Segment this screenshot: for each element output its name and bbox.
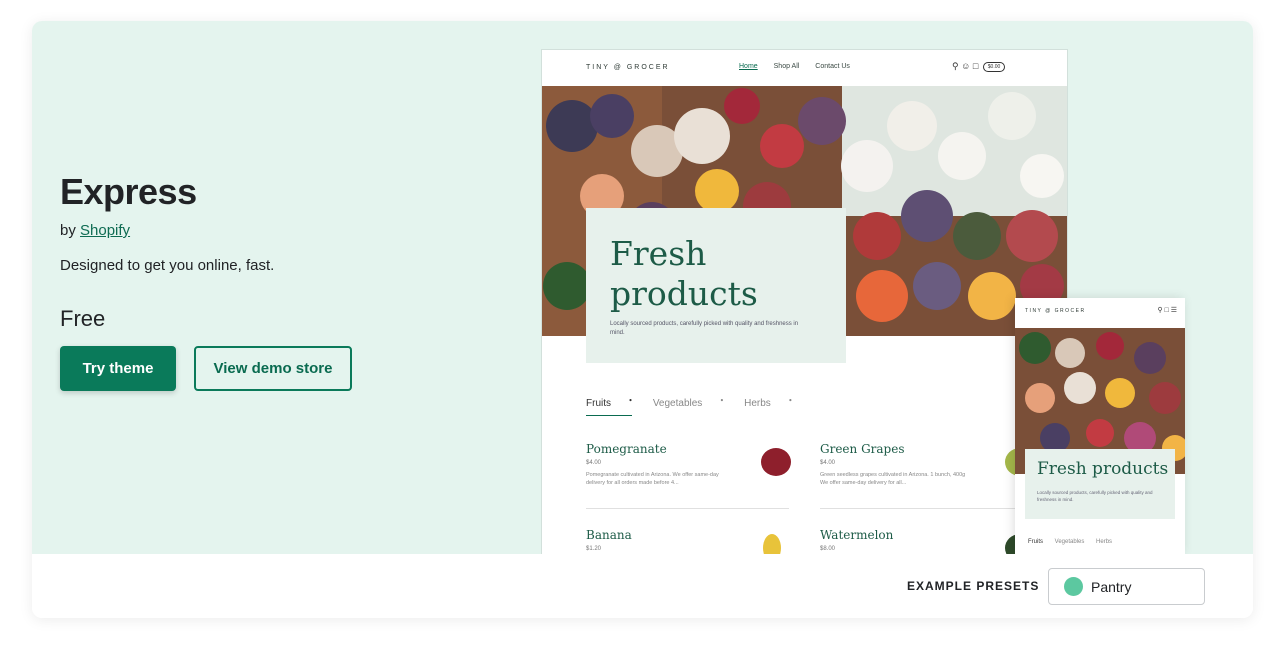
preview-nav: Home Shop All Contact Us [739,63,864,70]
product-price: $8.00 [820,546,836,552]
preview-tab-herbs: Herbs ● [744,398,792,410]
desktop-preview: TINY @ GROCER Home Shop All Contact Us ⚲… [542,50,1067,554]
preview-product: Banana $1.20 [586,528,791,554]
preview-tab-label: Herbs [744,398,771,410]
product-divider [820,508,1020,509]
product-divider [586,508,789,509]
product-description: Green seedless grapes cultivated in Ariz… [820,472,966,486]
preview-tab-fruits: Fruits ● [586,398,633,417]
mobile-hero-title: Fresh products [1037,459,1169,479]
mobile-tab-fruits: Fruits [1028,539,1043,545]
preview-header: TINY @ GROCER Home Shop All Contact Us ⚲… [542,50,1067,86]
pomegranate-image [761,448,791,476]
mobile-tab-vegetables: Vegetables [1054,539,1085,545]
preview-hero-title: Fresh products [610,234,758,313]
cart-amount: $0.00 [982,61,1006,72]
preset-selector[interactable]: Pantry [1048,568,1205,605]
banana-image [763,534,781,554]
theme-description: Designed to get you online, fast. [60,257,275,274]
mobile-hero-subtitle: Locally sourced products, carefully pick… [1037,490,1153,502]
theme-price: Free [60,306,106,331]
menu-icon: ☰ [1170,307,1177,314]
preview-product: Watermelon $8.00 [820,528,1035,554]
preview-hero-panel: Fresh products Locally sourced products,… [586,208,846,363]
search-icon: ⚲ [1157,307,1163,314]
presets-label: EXAMPLE PRESETS [907,579,1040,593]
mobile-header-icons: ⚲ □ ☰ [1157,306,1177,314]
mobile-preview: TINY @ GROCER ⚲ □ ☰ Fresh products Local… [1015,298,1185,554]
product-name: Green Grapes [820,442,905,456]
preview-header-icons: ⚲ ☺ □ $0.00 [952,61,1006,72]
preview-tab-label: Fruits [586,398,611,410]
try-theme-button[interactable]: Try theme [60,346,176,391]
view-demo-store-button[interactable]: View demo store [194,346,352,391]
account-icon: ☺ [961,61,971,71]
mobile-tab-herbs: Herbs [1096,539,1113,545]
theme-byline: by Shopify [60,222,130,239]
preview-nav-contact: Contact Us [815,63,850,70]
preset-name: Pantry [1091,579,1132,595]
theme-card: Express by Shopify Designed to get you o… [32,21,1253,618]
product-price: $1.20 [586,546,602,552]
preview-nav-home: Home [739,63,758,70]
preview-tab-label: Vegetables [652,398,703,410]
bag-icon: □ [972,61,979,71]
product-description: Pomegranate cultivated in Arizona. We of… [586,472,719,486]
by-prefix: by [60,222,76,239]
bag-icon: □ [1164,307,1169,314]
mobile-category-tabs: Fruits Vegetables Herbs [1028,539,1122,545]
preset-color-swatch [1064,577,1083,596]
preview-category-tabs: Fruits ● Vegetables ● Herbs ● [586,398,810,417]
preview-product: Green Grapes $4.00 Green seedless grapes… [820,442,1035,487]
preview-logo: TINY @ GROCER [586,64,670,71]
theme-title: Express [60,171,197,212]
product-name: Pomegranate [586,442,667,456]
preview-nav-shop-all: Shop All [773,63,800,70]
preview-product: Pomegranate $4.00 Pomegranate cultivated… [586,442,791,487]
theme-hero: Express by Shopify Designed to get you o… [32,21,1253,554]
mobile-hero-panel: Fresh products Locally sourced products,… [1025,449,1175,519]
product-name: Watermelon [820,528,894,542]
product-price: $4.00 [820,460,836,466]
presets-bar: EXAMPLE PRESETS Pantry [32,554,1253,618]
preview-hero-subtitle: Locally sourced products, carefully pick… [610,321,799,336]
product-name: Banana [586,528,632,542]
search-icon: ⚲ [952,61,959,71]
author-link[interactable]: Shopify [80,222,130,239]
mobile-logo: TINY @ GROCER [1025,308,1086,314]
preview-tab-vegetables: Vegetables ● [652,398,724,410]
